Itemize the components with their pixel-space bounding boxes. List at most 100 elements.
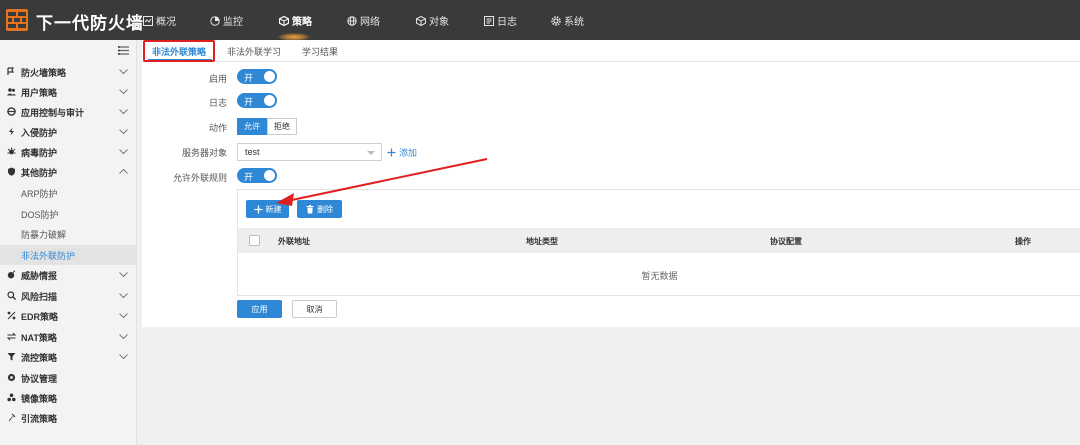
toggle-knob [264, 71, 275, 82]
sidebar-subitem-dos[interactable]: DOS防护 [0, 204, 137, 224]
app-control-icon [7, 107, 16, 116]
allow-rules-toggle-text: 开 [244, 172, 254, 182]
plus-icon [387, 148, 396, 157]
nav-log[interactable]: 日志 [484, 13, 517, 28]
scan-icon [7, 291, 16, 300]
sidebar-item-users[interactable]: 用户策略 [0, 82, 137, 102]
tab-bar: 非法外联策略 非法外联学习 学习结果 [142, 40, 1080, 62]
add-server-object-link[interactable]: 添加 [387, 146, 417, 159]
users-icon [7, 88, 16, 96]
sidebar-subitem-illegal-outreach[interactable]: 非法外联防护 [0, 245, 137, 265]
empty-table-message: 暂无数据 [641, 271, 678, 281]
sidebar-item-intrusion[interactable]: 入侵防护 [0, 122, 137, 142]
nav-overview-label: 概况 [156, 17, 176, 28]
edr-icon [7, 311, 16, 320]
nav-log-label: 日志 [497, 17, 517, 28]
server-object-label: 服务器对象 [181, 148, 227, 158]
network-icon [347, 15, 357, 26]
nav-network[interactable]: 网络 [347, 13, 380, 28]
chevron-down-icon [119, 272, 128, 278]
sidebar-item-mirror[interactable]: 镜像策略 [0, 388, 137, 408]
sidebar-item-firewall[interactable]: 防火墙策略 [0, 62, 137, 82]
chevron-down-icon [119, 313, 128, 319]
sidebar-item-label: EDR策略 [21, 312, 59, 322]
chevron-down-icon [119, 149, 128, 155]
cancel-button[interactable]: 取消 [292, 300, 337, 318]
log-toggle-text: 开 [244, 97, 254, 107]
sidebar-item-diversion[interactable]: 引流策略 [0, 408, 137, 428]
nav-system-label: 系统 [564, 17, 584, 28]
sidebar-item-nat[interactable]: NAT策略 [0, 327, 137, 347]
select-all-checkbox[interactable] [249, 235, 260, 246]
sidebar-subitem-arp[interactable]: ARP防护 [0, 183, 137, 203]
sidebar-item-label: 流控策略 [21, 353, 58, 363]
enable-toggle[interactable]: 开 [237, 69, 277, 84]
sidebar-item-label: 防火墙策略 [21, 68, 67, 78]
sidebar-item-label: 引流策略 [21, 414, 58, 424]
nav-monitor[interactable]: 监控 [210, 13, 243, 28]
tab-illegal-outreach-learning[interactable]: 非法外联学习 [227, 45, 281, 58]
sidebar-item-edr[interactable]: EDR策略 [0, 306, 137, 326]
action-radio-group: 允许 拒绝 [237, 118, 297, 135]
sidebar-item-threat-intel[interactable]: 威胁情报 [0, 265, 137, 285]
sidebar-item-label: NAT策略 [21, 333, 57, 343]
menu-collapse-icon[interactable] [118, 46, 129, 55]
delete-rule-label: 删除 [317, 204, 333, 214]
sidebar-item-label: 病毒防护 [21, 148, 58, 158]
log-icon [484, 15, 494, 26]
mirror-icon [7, 393, 16, 402]
sidebar-item-protocol[interactable]: 协议管理 [0, 368, 137, 388]
toggle-knob [264, 95, 275, 106]
new-rule-label: 新建 [265, 204, 282, 214]
sidebar-item-label: 应用控制与审计 [21, 108, 85, 118]
sidebar-item-risk-scan[interactable]: 风险扫描 [0, 286, 137, 306]
nav-network-label: 网络 [360, 17, 380, 28]
sidebar-subitem-brute-force[interactable]: 防暴力破解 [0, 224, 137, 244]
column-header-protocol-config: 协议配置 [770, 237, 802, 246]
allow-rules-toggle[interactable]: 开 [237, 168, 277, 183]
sidebar-subitem-label: 防暴力破解 [21, 230, 67, 240]
firewall-icon [7, 67, 14, 75]
server-object-value: test [245, 147, 260, 157]
chevron-up-icon [119, 168, 128, 174]
sidebar: 防火墙策略 用户策略 应用控制与审计 入侵防护 病毒防护 其他防护 ARP防护 … [0, 40, 137, 445]
log-label: 日志 [208, 98, 227, 108]
annotation-highlight-box [143, 40, 215, 62]
content-panel: 非法外联策略 非法外联学习 学习结果 启用 开 日志 开 动作 允许 拒绝 服务… [142, 40, 1080, 327]
nav-system[interactable]: 系统 [551, 13, 584, 28]
sidebar-item-label: 风险扫描 [21, 292, 58, 302]
log-toggle[interactable]: 开 [237, 93, 277, 108]
chevron-down-icon [367, 151, 375, 155]
chevron-down-icon [119, 109, 128, 115]
sidebar-item-app-control[interactable]: 应用控制与审计 [0, 102, 137, 122]
threat-icon [7, 270, 16, 279]
trash-icon [306, 204, 314, 213]
nav-overview[interactable]: 概况 [143, 13, 176, 28]
action-allow-button[interactable]: 允许 [237, 118, 267, 135]
chevron-down-icon [119, 129, 128, 135]
nav-object[interactable]: 对象 [416, 13, 449, 28]
diversion-icon [8, 413, 16, 422]
sidebar-item-label: 其他防护 [21, 168, 58, 178]
column-header-actions: 操作 [1015, 237, 1031, 246]
sidebar-item-label: 用户策略 [21, 88, 58, 98]
server-object-select[interactable]: test [237, 143, 382, 161]
delete-rule-button[interactable]: 删除 [297, 200, 342, 218]
monitor-icon [210, 15, 220, 26]
top-navbar: 下一代防火墙 概况 监控 策略 网络 对象 日志 系统 [0, 0, 1080, 41]
chevron-down-icon [119, 293, 128, 299]
flow-control-icon [7, 353, 16, 361]
sidebar-item-virus[interactable]: 病毒防护 [0, 142, 137, 162]
new-rule-button[interactable]: 新建 [246, 200, 289, 218]
nav-object-label: 对象 [429, 17, 449, 28]
apply-button[interactable]: 应用 [237, 300, 282, 318]
sidebar-item-flow-control[interactable]: 流控策略 [0, 347, 137, 367]
sidebar-item-other-protection[interactable]: 其他防护 [0, 162, 137, 182]
tab-learning-results[interactable]: 学习结果 [302, 45, 338, 58]
nav-policy[interactable]: 策略 [279, 13, 312, 28]
firewall-logo-icon [6, 9, 28, 31]
enable-toggle-text: 开 [244, 73, 254, 83]
action-deny-button[interactable]: 拒绝 [267, 118, 297, 135]
sidebar-item-label: 威胁情报 [21, 271, 58, 281]
app-title: 下一代防火墙 [36, 14, 144, 33]
